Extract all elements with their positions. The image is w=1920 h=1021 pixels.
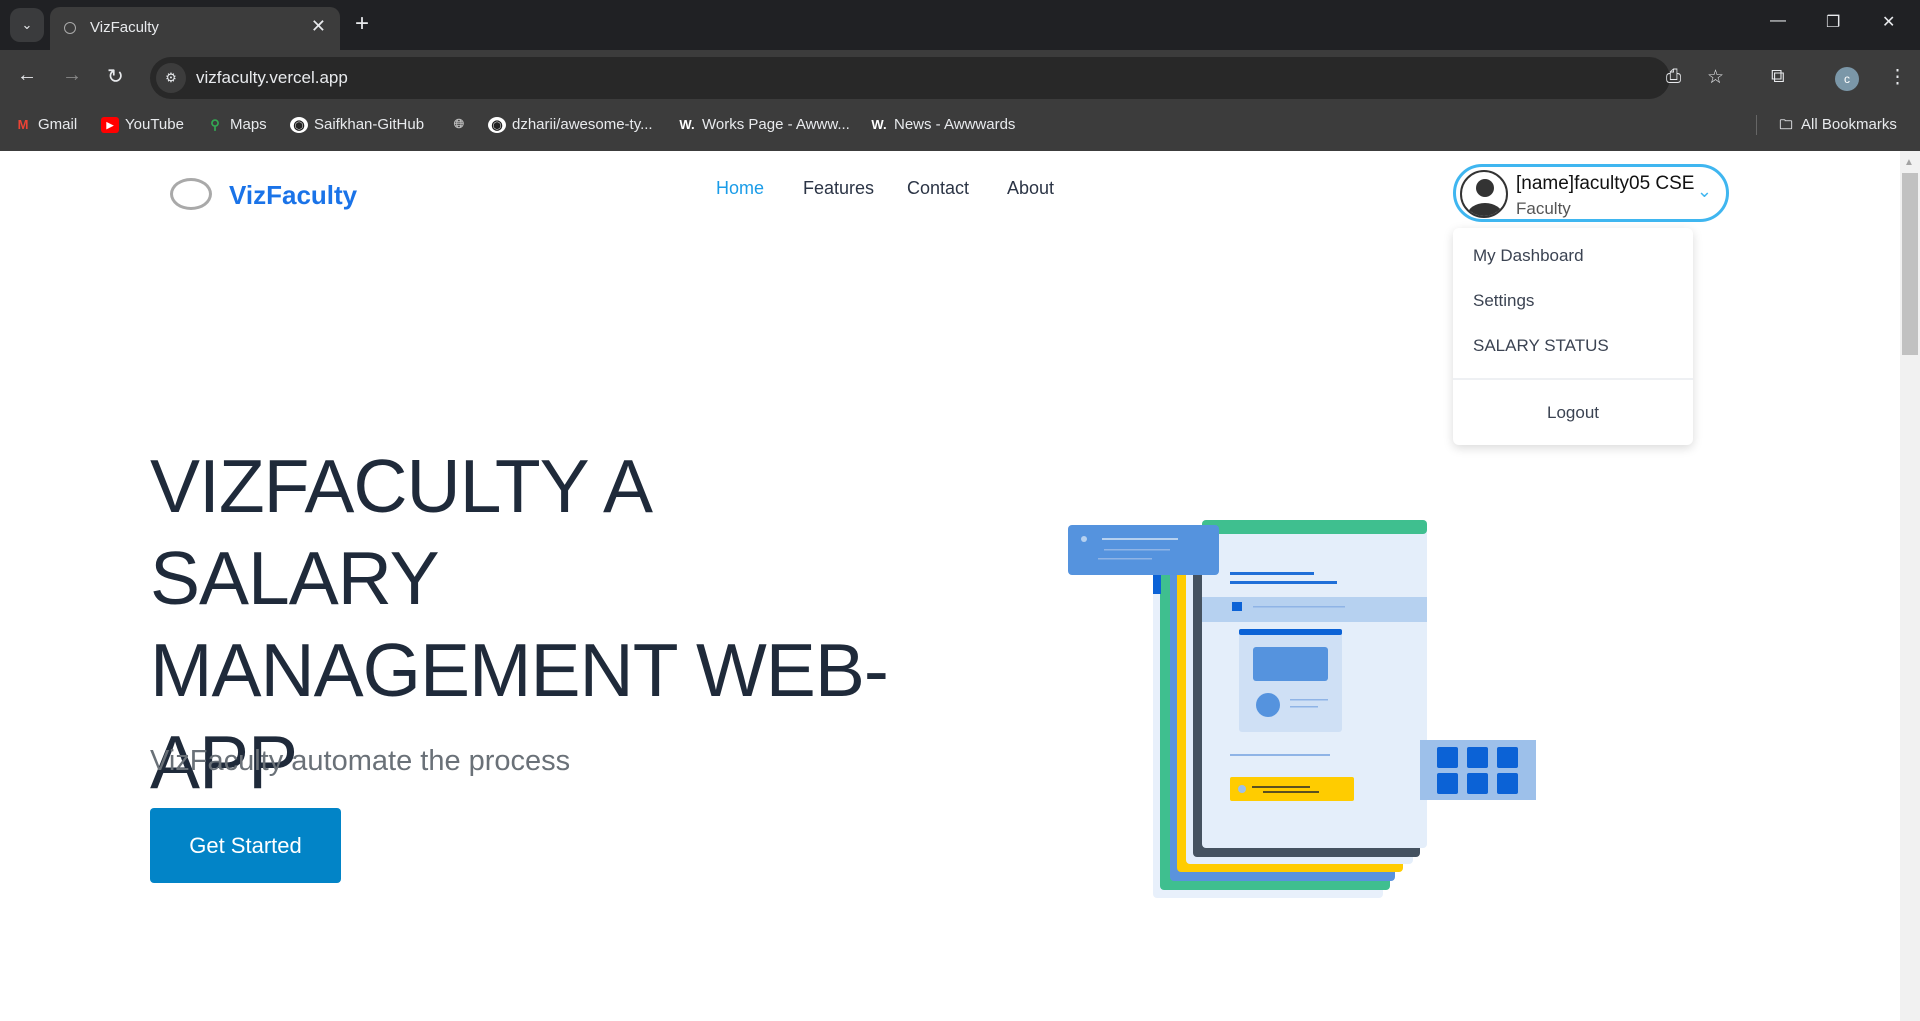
bookmark-globe[interactable]: 🌐︎ (450, 116, 468, 132)
close-tab-icon[interactable]: ✕ (311, 16, 326, 37)
menu-item-salary-status[interactable]: SALARY STATUS (1473, 336, 1609, 356)
folder-icon: 🗀︎ (1779, 116, 1793, 132)
tab-favicon-icon (64, 22, 76, 34)
browser-tab[interactable]: VizFaculty ✕ (50, 7, 340, 50)
extensions-icon[interactable]: ⧉ (1771, 66, 1785, 88)
nav-about[interactable]: About (1007, 178, 1054, 199)
minimize-button[interactable]: — (1770, 12, 1786, 30)
maps-icon: ⚲ (210, 116, 220, 132)
awwwards-icon: W. (871, 116, 887, 132)
user-name: [name]faculty05 CSE (1516, 173, 1695, 194)
close-window-button[interactable]: ✕ (1882, 12, 1895, 32)
chevron-down-icon: ⌄ (1696, 181, 1712, 201)
address-bar[interactable]: ⚙ vizfaculty.vercel.app (150, 57, 1670, 99)
bookmark-works-page[interactable]: W. Works Page - Awww... (678, 116, 849, 133)
get-started-button[interactable]: Get Started (150, 808, 341, 883)
menu-item-my-dashboard[interactable]: My Dashboard (1473, 246, 1584, 266)
bookmark-gmail[interactable]: M Gmail (14, 116, 78, 133)
hero-subtitle: VizFaculty automate the process (150, 745, 571, 777)
bookmark-github[interactable]: ◉ Saifkhan-GitHub (290, 116, 424, 133)
brand-name[interactable]: VizFaculty (229, 180, 357, 211)
hero-illustration (1068, 520, 1536, 898)
bookmark-star-icon[interactable]: ☆ (1707, 66, 1724, 89)
all-bookmarks[interactable]: 🗀︎ All Bookmarks (1777, 116, 1896, 133)
scrollbar-thumb[interactable] (1902, 173, 1918, 355)
user-role: Faculty (1516, 199, 1571, 218)
menu-kebab-icon[interactable]: ⋮ (1888, 66, 1907, 89)
site-info-icon[interactable]: ⚙ (156, 63, 186, 93)
youtube-icon: ▶ (101, 116, 119, 133)
user-menu: My Dashboard Settings SALARY STATUS Logo… (1453, 228, 1693, 445)
new-tab-button[interactable]: + (355, 10, 369, 38)
browser-profile-avatar[interactable]: c (1835, 67, 1859, 91)
github-icon: ◉ (488, 116, 506, 133)
user-profile-dropdown[interactable]: [name]faculty05 CSE Faculty ⌄ (1453, 164, 1729, 222)
reload-icon[interactable]: ↻ (107, 64, 124, 89)
bookmark-maps[interactable]: ⚲ Maps (206, 116, 266, 133)
menu-item-logout[interactable]: Logout (1453, 403, 1693, 423)
github-icon: ◉ (290, 116, 308, 133)
logo[interactable] (170, 178, 212, 210)
back-icon[interactable]: ← (17, 64, 37, 87)
divider (1756, 115, 1757, 135)
awwwards-icon: W. (679, 116, 695, 132)
menu-item-settings[interactable]: Settings (1473, 291, 1534, 311)
bookmarks-bar: M Gmail ▶ YouTube ⚲ Maps ◉ Saifkhan-GitHub 🌐… (0, 100, 1920, 151)
restore-button[interactable]: ❐ (1826, 12, 1840, 32)
nav-features[interactable]: Features (803, 178, 874, 199)
nav-contact[interactable]: Contact (907, 178, 969, 199)
tab-title: VizFaculty (90, 19, 159, 36)
divider (1453, 378, 1693, 380)
avatar (1460, 170, 1508, 218)
scroll-up-icon[interactable]: ▲ (1904, 157, 1914, 168)
nav-home[interactable]: Home (716, 178, 764, 199)
url-text: vizfaculty.vercel.app (196, 68, 348, 87)
bookmark-youtube[interactable]: ▶ YouTube (101, 116, 184, 133)
globe-icon: 🌐︎ (453, 116, 465, 131)
forward-icon[interactable]: → (62, 64, 82, 87)
tab-search-button[interactable]: ⌄ (10, 8, 44, 42)
bookmark-news[interactable]: W. News - Awwwards (870, 116, 1015, 133)
gmail-icon: M (17, 116, 29, 132)
install-app-icon[interactable]: ⎙ (1666, 66, 1681, 88)
bookmark-awesome[interactable]: ◉ dzharii/awesome-ty... (488, 116, 653, 133)
